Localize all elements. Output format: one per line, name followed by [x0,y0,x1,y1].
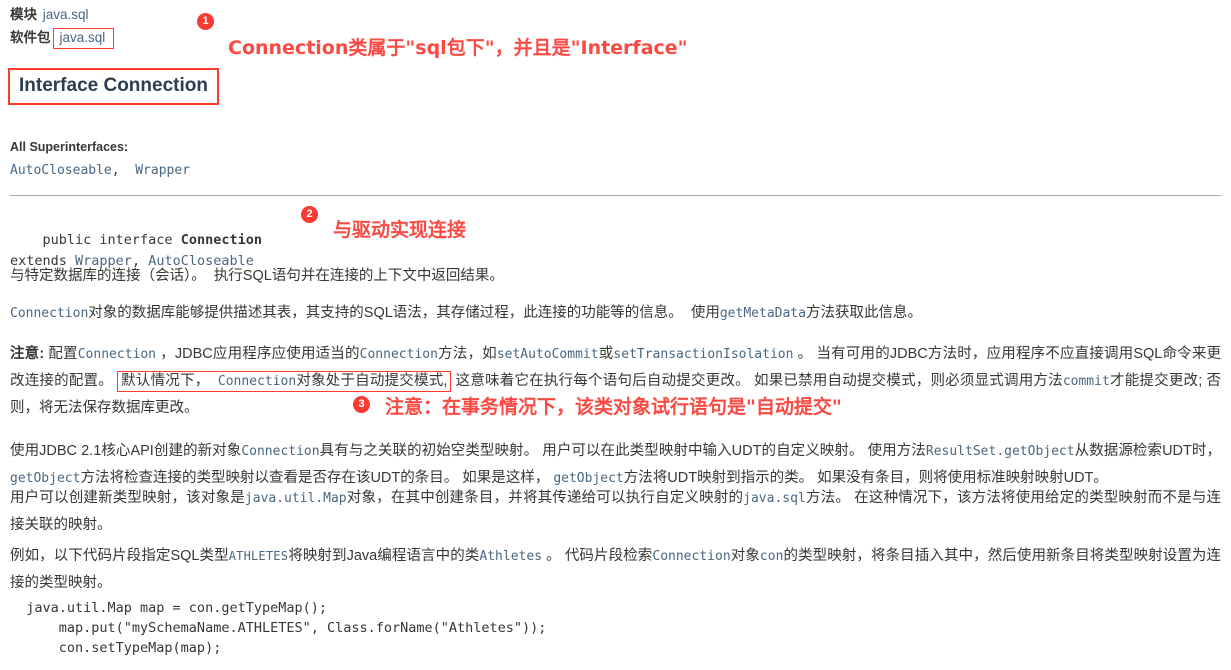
note-part-c: 方法，如 [437,346,497,362]
declaration-modifiers: public interface [42,232,181,248]
superinterface-link-wrapper[interactable]: Wrapper [135,163,190,178]
paragraph-custom-map: 用户可以创建新类型映射，该对象是java.util.Map对象，在其中创建条目，… [10,485,1221,539]
paragraph-summary-part-b: 执行SQL语句并在连接的上下文中返回结果。 [213,268,504,284]
paragraph-typemap: 使用JDBC 2.1核心API创建的新对象Connection具有与之关联的初始… [10,438,1221,492]
typemap-part-d: 方法将检查连接的类型映射以查看是否存在该UDT的条目。 如果是这样， [80,470,554,486]
superinterfaces-list: AutoCloseable, Wrapper [10,163,190,178]
code-line: java.util.Map map = con.getTypeMap(); [10,600,327,616]
inline-code-getmetadata[interactable]: getMetaData [720,306,806,321]
annotation-note-2: 与驱动实现连接 [333,219,467,241]
package-value[interactable]: java.sql [58,30,108,45]
paragraph-metadata-part-a: 对象的数据库能够提供描述其表，其支持的SQL语法，其存储过程，此连接的功能等的信… [88,305,683,321]
inline-code-commit[interactable]: commit [1063,374,1110,389]
package-line: 软件包 java.sql [10,28,115,49]
note-part-d: 或 [598,346,614,362]
note-part-f: 这意味着它在执行每个语句后自动提交更改。 如果已禁用自动提交模式，则必须显式调用… [451,373,1063,389]
inline-code-getobject-2[interactable]: getObject [553,471,623,486]
typemap-part-b: 具有与之关联的初始空类型映射。 用户可以在此类型映射中输入UDT的自定义映射。 … [319,443,926,459]
package-highlight-box: java.sql [52,28,115,49]
paragraph-summary: 与特定数据库的连接（会话）。 执行SQL语句并在连接的上下文中返回结果。 [10,263,1221,290]
superinterface-link-autocloseable[interactable]: AutoCloseable [10,163,112,178]
superinterfaces-label: All Superinterfaces: [10,140,129,154]
note-part-a: 配置 [44,346,78,362]
inline-code-athletes-sqltype: ATHLETES [228,549,289,563]
annotation-badge-2: 2 [301,206,318,223]
inline-code-getobject-1[interactable]: getObject [10,471,80,486]
module-value[interactable]: java.sql [41,7,91,22]
example-part-c: 。 代码片段检索 [542,548,653,564]
code-line: con.setTypeMap(map); [10,640,222,656]
paragraph-metadata-part-c: 方法获取此信息。 [805,305,922,321]
boxed-part-a: 默认情况下， [121,373,210,389]
inline-code-connection-6[interactable]: Connection [652,549,730,564]
inline-code-connection-1[interactable]: Connection [10,306,88,321]
note-label: 注意: [10,346,45,362]
inline-code-setautocommit[interactable]: setAutoCommit [497,347,599,362]
inline-code-settransactionisolation[interactable]: setTransactionIsolation [613,347,793,362]
paragraph-metadata-part-b: 使用 [690,305,720,321]
package-label: 软件包 [10,30,51,45]
module-line: 模块 java.sql [10,6,91,24]
annotation-note-1: Connection类属于"sql包下"，并且是"Interface" [228,37,688,59]
example-part-b: 将映射到Java编程语言中的类 [288,548,480,564]
inline-code-java-util-map[interactable]: java.util.Map [245,491,347,506]
inline-code-connection-2[interactable]: Connection [78,347,156,362]
annotation-badge-1: 1 [197,13,214,30]
horizontal-divider [10,195,1221,196]
page-title: Interface Connection [8,67,219,105]
javadoc-page: 模块 java.sql 软件包 java.sql Interface Connec… [0,0,1231,670]
note-part-b: ，JDBC应用程序应使用适当的 [156,346,360,362]
inline-code-resultset-getobject[interactable]: ResultSet.getObject [926,444,1075,459]
inline-code-connection-3[interactable]: Connection [360,347,438,362]
inline-code-java-sql[interactable]: java.sql [743,491,806,506]
custom-map-part-a: 用户可以创建新类型映射，该对象是 [10,490,245,506]
inline-code-con[interactable]: con [760,549,783,564]
superinterfaces-separator: , [111,163,120,178]
typemap-part-e: 方法将UDT映射到指示的类。 如果没有条目，则将使用标准映射映射UDT。 [623,470,1108,486]
code-line: map.put("mySchemaName.ATHLETES", Class.f… [10,620,547,636]
module-label: 模块 [10,7,37,22]
boxed-part-b: 对象处于自动提交模式, [296,373,448,389]
inline-code-connection-4[interactable]: Connection [218,374,296,389]
inline-code-athletes-class[interactable]: Athletes [479,549,542,564]
example-part-a: 例如，以下代码片段指定SQL类型 [10,548,229,564]
example-part-d: 对象 [730,548,760,564]
typemap-part-a: 使用JDBC 2.1核心API创建的新对象 [10,443,242,459]
declaration-type-name: Connection [180,232,262,248]
inline-code-connection-5[interactable]: Connection [241,444,319,459]
autocommit-highlight-box: 默认情况下， Connection对象处于自动提交模式, [117,371,452,392]
custom-map-part-b: 对象，在其中创建条目，并将其传递给可以执行自定义映射的 [346,490,744,506]
paragraph-example: 例如，以下代码片段指定SQL类型ATHLETES将映射到Java编程语言中的类A… [10,543,1221,597]
code-sample: java.util.Map map = con.getTypeMap(); ma… [10,598,546,658]
paragraph-metadata: Connection对象的数据库能够提供描述其表，其支持的SQL语法，其存储过程… [10,300,1221,327]
typemap-part-c: 从数据源检索UDT时， [1074,443,1222,459]
paragraph-summary-part-a: 与特定数据库的连接（会话）。 [10,268,206,284]
annotation-badge-3: 3 [353,396,370,413]
annotation-note-3: 注意：在事务情况下，该类对象试行语句是"自动提交" [385,396,842,418]
